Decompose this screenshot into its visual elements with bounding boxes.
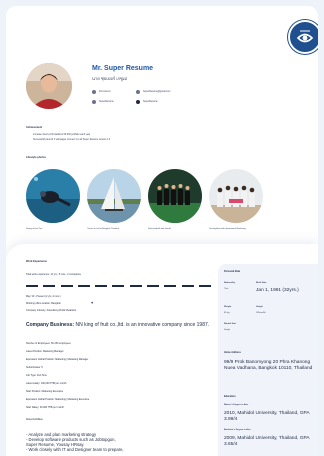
birth-date-value: Jan 1, 1991 (32yrs.): [256, 288, 299, 293]
lifestyle-photo-team[interactable]: [209, 169, 263, 223]
employee-count: Number of Employees: 50-150 employees: [26, 342, 71, 345]
height-value: 185cm/6ft: [256, 312, 266, 314]
home-address-value: 99/9 Prok Banomyong 20 Phra Khanong Nuea…: [224, 360, 313, 371]
company-business: Company Business: NN king of fruit co.,l…: [26, 322, 210, 328]
photo-caption: Diving at Koh Tao: [26, 228, 43, 230]
lifestyle-title: Lifestyle photos: [26, 156, 46, 159]
masters-degree-value: 2010, Mahidol University, Thailand, GPA …: [224, 411, 310, 422]
marital-status-label: Marital Stat: [224, 323, 236, 325]
home-address-title: Home Address: [224, 351, 241, 354]
weight-label: Weight: [224, 306, 232, 308]
latest-salary: Latest salary: 100,000 THB per month: [26, 382, 67, 385]
lifestyle-photo-football[interactable]: [148, 169, 202, 223]
total-experience: Total work experience: 11 yrs., 5 mos., …: [26, 273, 81, 276]
start-position: Start Position: Marketing Executive: [26, 390, 64, 393]
social-icon: [136, 100, 140, 104]
lifestyle-photo-diving[interactable]: [26, 169, 80, 223]
email-contact[interactable]: SuperResume@gmail.com: [136, 90, 170, 94]
start-salary: Start Salary: 30,000 THB per month: [26, 406, 64, 409]
marital-status-value: Single: [224, 329, 231, 331]
equivalent-position: Equivalent Global Position: Marketing | …: [26, 358, 89, 361]
equivalent-start-position: Equivalent Global Position: Marketing | …: [26, 398, 90, 401]
masters-degree-label: Master's Degree in Arts: [224, 404, 249, 406]
photo-caption: Daily football with friends: [148, 228, 171, 230]
education-title: Education: [224, 395, 236, 398]
social-contact[interactable]: SuperResume: [136, 100, 158, 104]
achievement-item: Successfully launch 2 webpages connect 1…: [33, 139, 111, 141]
achievement-title: Achievement: [26, 126, 43, 129]
photo-caption: Get together with department Marketing: [209, 228, 246, 230]
bachelors-degree-label: Bachelor's Degree in Arts: [224, 429, 251, 431]
responsibilities-list: - Analyze and plan marketing strategy - …: [26, 432, 124, 452]
nationality-label: Nationality: [224, 282, 236, 284]
height-label: Height: [256, 306, 263, 308]
achievement-item: Increase client profit statistics 56,000…: [33, 134, 91, 136]
job-type: Job Type: Full-Time: [26, 374, 47, 377]
subordinates: Subordinates: 5: [26, 366, 43, 369]
work-location: Working office location: Bangkok: [26, 302, 61, 305]
personal-data-title: Personal Data: [224, 270, 240, 273]
photo-caption: I learnt to sail at Bangkok Thailand: [87, 228, 119, 230]
logo-icon: [291, 23, 318, 51]
responsibilities-label: Responsibilities:: [26, 418, 44, 421]
line-icon: [92, 100, 96, 104]
work-experience-title: Work Experience: [26, 260, 47, 263]
nationality-value: Thai: [224, 288, 229, 290]
phone-contact[interactable]: 0xxxxxxxxx: [92, 90, 111, 94]
full-name: Mr. Super Resume: [92, 65, 154, 72]
weight-value: 85 kg.: [224, 312, 230, 314]
line-contact[interactable]: SuperResume: [92, 100, 114, 104]
bachelors-degree-value: 2009, Mahidol University, Thailand, GPA …: [224, 436, 310, 447]
redacted-company-name: [26, 285, 211, 288]
resume-page: Mr. Super Resume นาย ซุปเปอร์ เรซูเม่ 0x…: [6, 6, 318, 456]
work-period: May '19 - Present (2 yrs, 2 mos.): [26, 295, 61, 298]
full-name-thai: นาย ซุปเปอร์ เรซูเม่: [92, 76, 128, 81]
latest-position: Latest Position: Marketing Manager: [26, 350, 64, 353]
phone-icon: [92, 90, 96, 94]
avatar: [26, 63, 72, 109]
brand-logo[interactable]: [288, 20, 318, 54]
birth-date-label: Birth Date: [256, 282, 267, 284]
email-icon: [136, 90, 140, 94]
lifestyle-photo-sailing[interactable]: [87, 169, 141, 223]
company-industry: Company Industry: Advertising Public Rel…: [26, 309, 77, 312]
location-pin-icon[interactable]: ⌖: [91, 300, 93, 305]
